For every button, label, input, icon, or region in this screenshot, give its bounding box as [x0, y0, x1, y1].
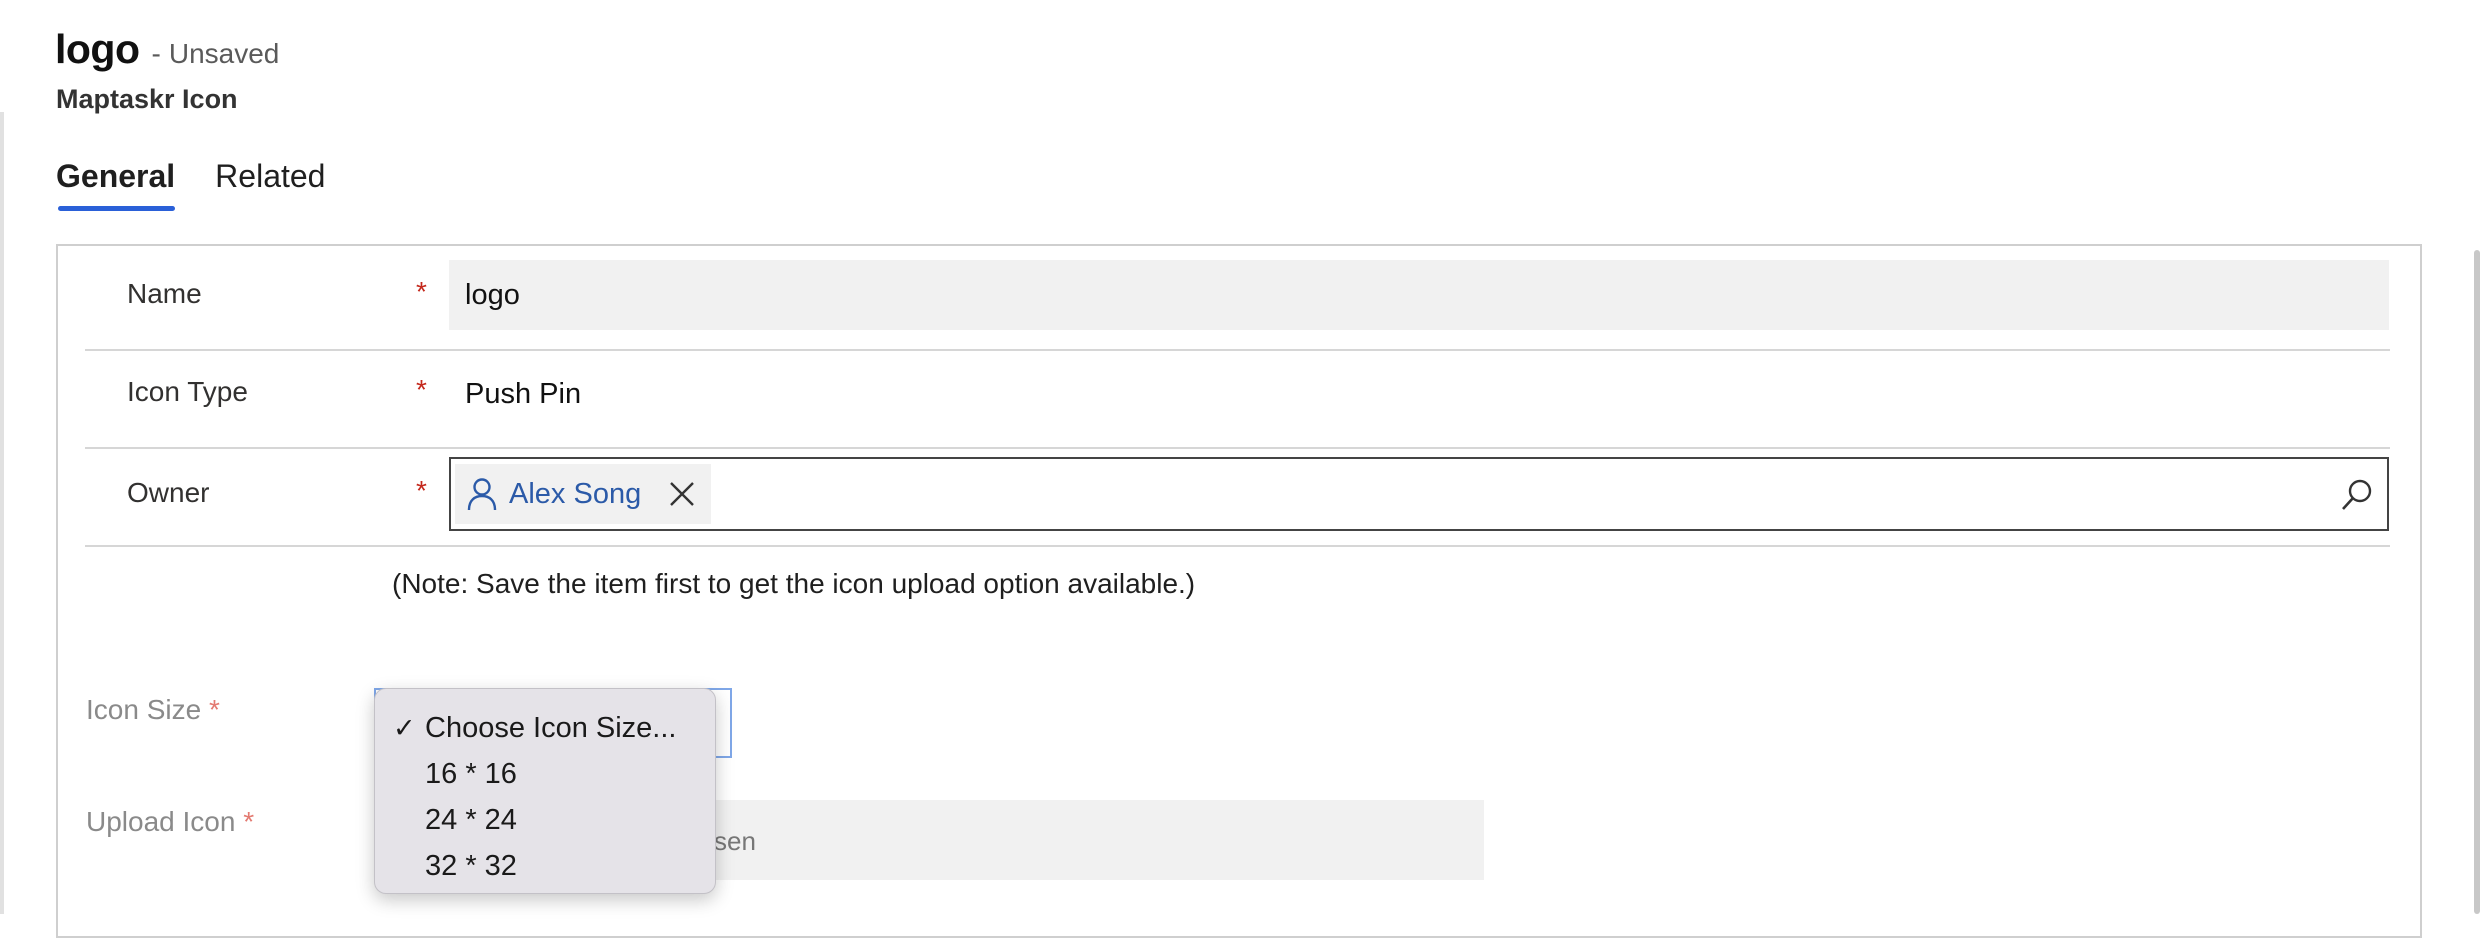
scrollbar-thumb[interactable] [2474, 250, 2480, 914]
icon-size-dropdown-menu: ✓ Choose Icon Size... 16 * 16 24 * 24 32… [374, 688, 716, 894]
left-edge-bar [0, 112, 4, 914]
search-icon[interactable] [2339, 477, 2375, 513]
record-header: logo - Unsaved [55, 26, 279, 73]
owner-chip[interactable]: Alex Song [455, 464, 711, 524]
icon-size-required-marker: * [208, 694, 220, 725]
icon-type-label: Icon Type [127, 376, 248, 407]
tab-general[interactable]: General [56, 158, 176, 211]
owner-name[interactable]: Alex Song [509, 478, 641, 511]
owner-lookup-field[interactable]: Alex Song [449, 457, 2389, 531]
record-title: logo [55, 26, 140, 72]
tab-list: General Related [56, 158, 365, 211]
name-input[interactable] [449, 260, 2389, 330]
dropdown-option-32[interactable]: 32 * 32 [375, 843, 715, 889]
title-separator: - [151, 38, 161, 69]
checkmark-icon: ✓ [393, 713, 416, 743]
option-label: Choose Icon Size... [425, 712, 677, 744]
row-divider [85, 349, 2390, 351]
upload-icon-label-text: Upload Icon [86, 806, 236, 837]
owner-label: Owner [127, 477, 210, 508]
row-divider [85, 447, 2390, 449]
close-icon[interactable] [667, 479, 697, 509]
owner-required-marker: * [416, 475, 427, 506]
name-label: Name [127, 278, 202, 309]
upload-icon-label: Upload Icon * [86, 806, 254, 838]
icon-type-value[interactable]: Push Pin [465, 378, 581, 411]
entity-name: Maptaskr Icon [56, 84, 238, 114]
tab-related[interactable]: Related [215, 158, 325, 211]
row-divider [85, 545, 2390, 547]
icon-size-label-text: Icon Size [86, 694, 202, 725]
dropdown-option-16[interactable]: 16 * 16 [375, 751, 715, 797]
save-status: Unsaved [168, 38, 280, 69]
dropdown-option-choose[interactable]: ✓ Choose Icon Size... [375, 705, 715, 751]
dropdown-option-24[interactable]: 24 * 24 [375, 797, 715, 843]
vertical-scrollbar[interactable] [2468, 0, 2482, 914]
upload-note: (Note: Save the item first to get the ic… [392, 568, 1196, 599]
upload-status-text: sen [714, 826, 756, 856]
name-required-marker: * [416, 276, 427, 307]
person-icon [465, 477, 499, 511]
icon-size-label: Icon Size * [86, 694, 220, 726]
upload-icon-required-marker: * [243, 806, 255, 837]
icon-type-required-marker: * [416, 374, 427, 405]
